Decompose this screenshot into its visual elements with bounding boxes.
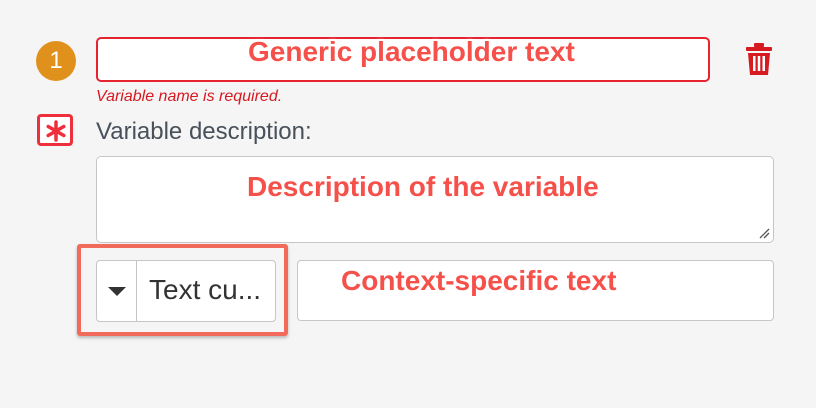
type-select-value: Text cu... bbox=[149, 274, 262, 305]
name-error-message: Variable name is required. bbox=[96, 88, 283, 105]
annotation-description: Description of the variable bbox=[247, 171, 599, 202]
asterisk-icon bbox=[37, 114, 73, 146]
annotation-name: Generic placeholder text bbox=[248, 36, 575, 67]
annotation-context: Context-specific text bbox=[341, 265, 617, 296]
trash-icon[interactable] bbox=[744, 42, 774, 76]
resize-handle-icon[interactable] bbox=[758, 227, 770, 239]
caret-down-icon[interactable] bbox=[97, 261, 137, 321]
type-select[interactable]: Text cu... bbox=[96, 260, 276, 322]
variable-number-badge: 1 bbox=[36, 41, 76, 81]
description-label: Variable description: bbox=[96, 118, 312, 145]
